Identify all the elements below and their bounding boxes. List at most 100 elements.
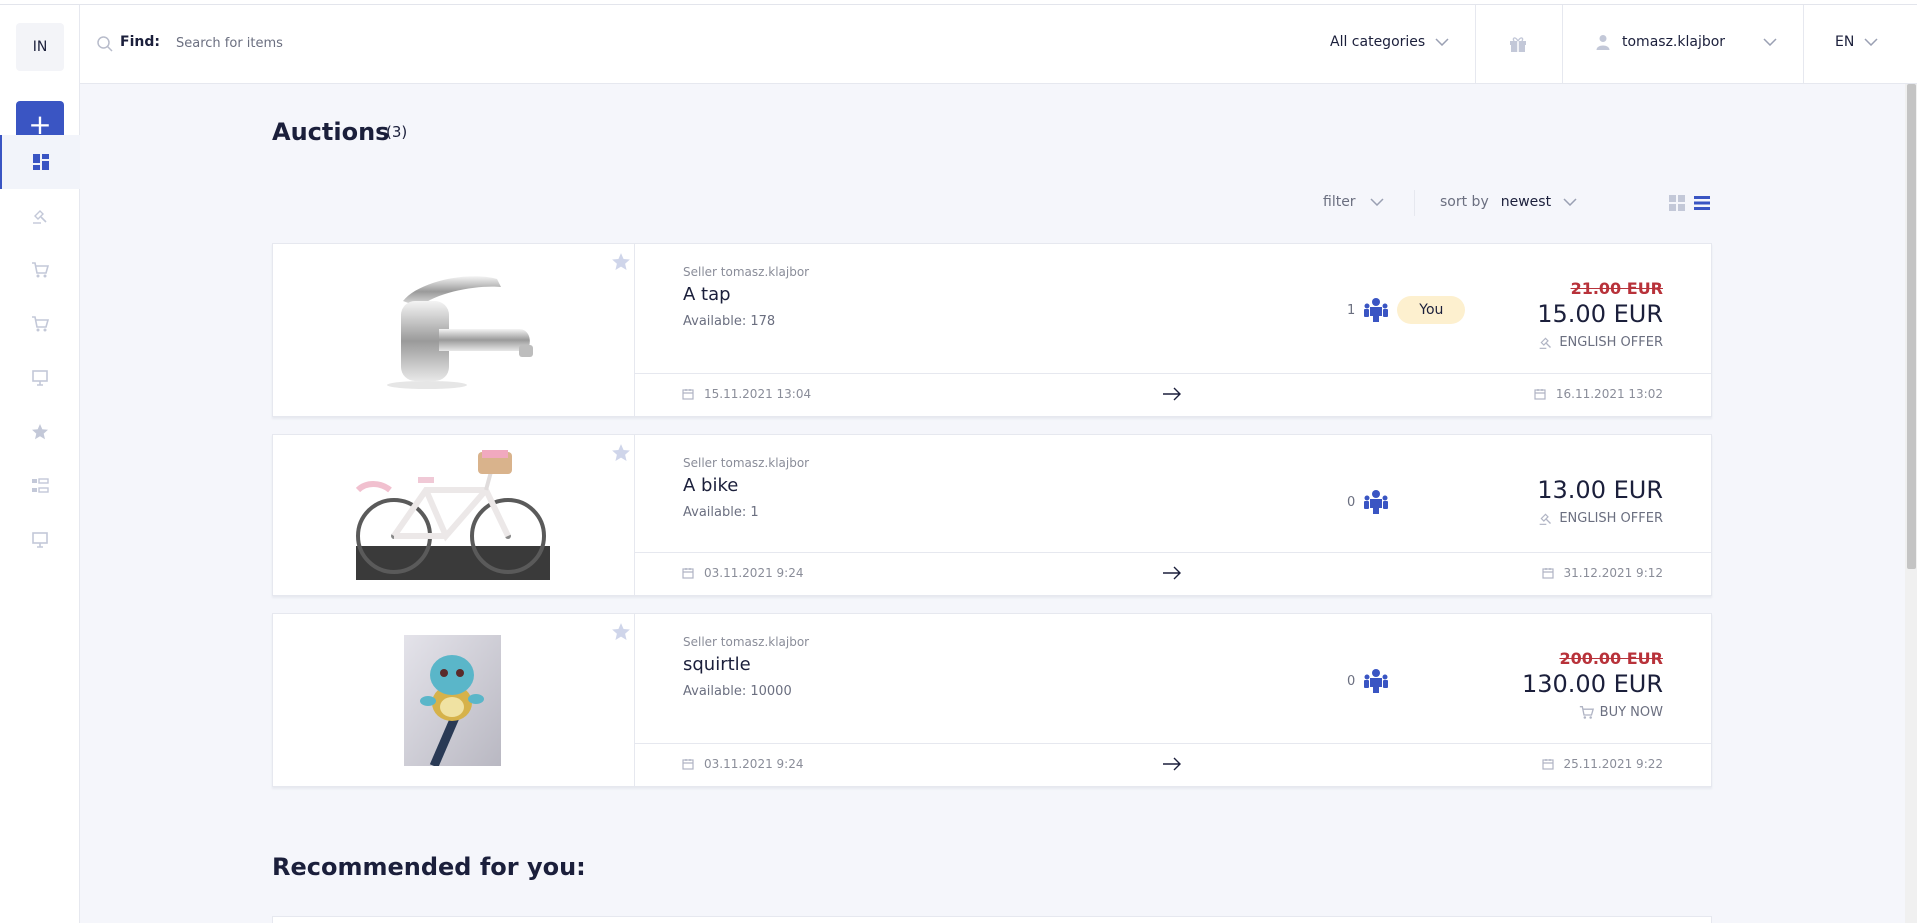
card-footer: 03.11.2021 9:24 25.11.2021 9:22 xyxy=(635,743,1711,786)
filter-dropdown[interactable]: filter xyxy=(1323,194,1384,210)
favorite-star-icon[interactable] xyxy=(611,622,631,642)
sidebar-item-dashboard[interactable] xyxy=(0,135,80,189)
bidders-count: 0 xyxy=(1347,489,1389,515)
offer-type-label: ENGLISH OFFER xyxy=(1559,335,1663,350)
auction-count: (3) xyxy=(386,123,408,141)
sidebar-item-cart-2[interactable] xyxy=(0,297,80,351)
start-date-text: 03.11.2021 9:24 xyxy=(704,757,804,771)
gavel-icon xyxy=(1539,513,1552,525)
grid-view-icon[interactable] xyxy=(1669,195,1685,211)
current-price: 13.00 EUR xyxy=(1537,476,1663,504)
availability: Available: 10000 xyxy=(683,684,792,699)
sort-value: newest xyxy=(1500,194,1552,210)
language-selector[interactable]: EN xyxy=(1835,34,1878,50)
auction-card[interactable]: Seller tomasz.klajbor A tap Available: 1… xyxy=(272,243,1712,417)
calendar-icon xyxy=(1534,389,1546,400)
arrow-right-icon xyxy=(1163,387,1181,401)
top-header: Find: All categories tomasz.klajbor EN xyxy=(80,5,1917,84)
arrow-right-icon xyxy=(1163,566,1181,580)
item-name[interactable]: squirtle xyxy=(683,654,751,675)
end-date-text: 31.12.2021 9:12 xyxy=(1563,566,1663,580)
start-date: 03.11.2021 9:24 xyxy=(682,566,803,580)
item-image[interactable] xyxy=(273,614,635,786)
header-divider xyxy=(1803,5,1804,84)
scrollbar-thumb[interactable] xyxy=(1907,84,1916,569)
auction-card[interactable]: Seller tomasz.klajbor squirtle Available… xyxy=(272,613,1712,787)
sidebar-item-auctions[interactable] xyxy=(0,189,80,243)
calendar-icon xyxy=(682,389,694,400)
start-date: 15.11.2021 13:04 xyxy=(682,387,811,401)
item-image[interactable] xyxy=(273,244,635,416)
seller-label: Seller tomasz.klajbor xyxy=(683,456,810,470)
end-date-text: 16.11.2021 13:02 xyxy=(1555,387,1663,401)
availability: Available: 1 xyxy=(683,505,759,520)
bidders-count: 1 You xyxy=(1347,296,1466,324)
user-menu[interactable]: tomasz.klajbor xyxy=(1596,34,1777,50)
squirtle-image xyxy=(404,635,501,766)
page-title: Auctions xyxy=(272,118,390,146)
sidebar: IN + xyxy=(0,5,80,923)
start-date-text: 03.11.2021 9:24 xyxy=(704,566,804,580)
user-icon xyxy=(1596,35,1610,50)
old-price: 21.00 EUR xyxy=(1570,279,1663,298)
categories-dropdown[interactable]: All categories xyxy=(1330,34,1449,50)
chevron-down-icon xyxy=(1864,38,1878,46)
gavel-icon xyxy=(1539,337,1552,349)
availability: Available: 178 xyxy=(683,314,776,329)
calendar-icon xyxy=(1541,759,1554,770)
current-price: 15.00 EUR xyxy=(1537,300,1663,328)
item-image[interactable] xyxy=(273,435,635,595)
card-footer: 03.11.2021 9:24 31.12.2021 9:12 xyxy=(635,552,1711,595)
end-date: 25.11.2021 9:22 xyxy=(1541,757,1663,771)
sidebar-item-monitor[interactable] xyxy=(0,351,80,405)
toolbar-divider xyxy=(1414,190,1415,216)
gavel-icon xyxy=(33,210,47,224)
favorite-star-icon[interactable] xyxy=(611,443,631,463)
seller-label: Seller tomasz.klajbor xyxy=(683,635,810,649)
monitor-icon xyxy=(32,370,48,386)
chevron-down-icon xyxy=(1763,38,1777,46)
sidebar-item-cart[interactable] xyxy=(0,243,80,297)
calendar-icon xyxy=(1541,568,1554,579)
card-footer: 15.11.2021 13:04 16.11.2021 13:02 xyxy=(635,373,1711,416)
search-icon xyxy=(97,36,113,52)
end-date: 31.12.2021 9:12 xyxy=(1541,566,1663,580)
offer-type-label: ENGLISH OFFER xyxy=(1559,511,1663,526)
item-name[interactable]: A bike xyxy=(683,475,738,496)
sort-dropdown[interactable]: sort by newest xyxy=(1440,194,1577,210)
header-divider xyxy=(1475,5,1476,84)
search-input[interactable] xyxy=(176,27,676,59)
bidders-number: 0 xyxy=(1347,494,1356,510)
bidders-number: 1 xyxy=(1347,302,1356,318)
sidebar-item-monitor-2[interactable] xyxy=(0,513,80,567)
tap-image xyxy=(387,276,533,389)
cart-icon xyxy=(32,316,49,332)
end-date-text: 25.11.2021 9:22 xyxy=(1563,757,1663,771)
calendar-icon xyxy=(682,568,694,579)
auction-card[interactable]: Seller tomasz.klajbor A bike Available: … xyxy=(272,434,1712,596)
item-name[interactable]: A tap xyxy=(683,284,731,305)
offer-type: BUY NOW xyxy=(1579,705,1663,720)
bike-image xyxy=(356,450,550,580)
star-icon xyxy=(32,424,48,440)
start-date-text: 15.11.2021 13:04 xyxy=(704,387,812,401)
sidebar-item-favorites[interactable] xyxy=(0,405,80,459)
header-divider xyxy=(1562,5,1563,84)
cart-icon xyxy=(1579,706,1594,719)
list-view-icon[interactable] xyxy=(1694,195,1710,211)
people-icon xyxy=(1364,298,1389,322)
cart-icon xyxy=(32,262,49,278)
start-date: 03.11.2021 9:24 xyxy=(682,757,803,771)
favorite-star-icon[interactable] xyxy=(611,252,631,272)
gift-icon[interactable] xyxy=(1509,36,1527,52)
sidebar-item-categories[interactable] xyxy=(0,459,80,513)
chevron-down-icon xyxy=(1435,38,1449,46)
logo[interactable]: IN xyxy=(16,23,64,71)
people-icon xyxy=(1364,490,1389,514)
bidders-count: 0 xyxy=(1347,668,1389,694)
categories-label: All categories xyxy=(1330,34,1426,50)
list-tree-icon xyxy=(32,478,49,493)
recommended-card[interactable] xyxy=(272,916,1712,923)
current-price: 130.00 EUR xyxy=(1521,670,1663,698)
recommended-title: Recommended for you: xyxy=(272,853,586,881)
